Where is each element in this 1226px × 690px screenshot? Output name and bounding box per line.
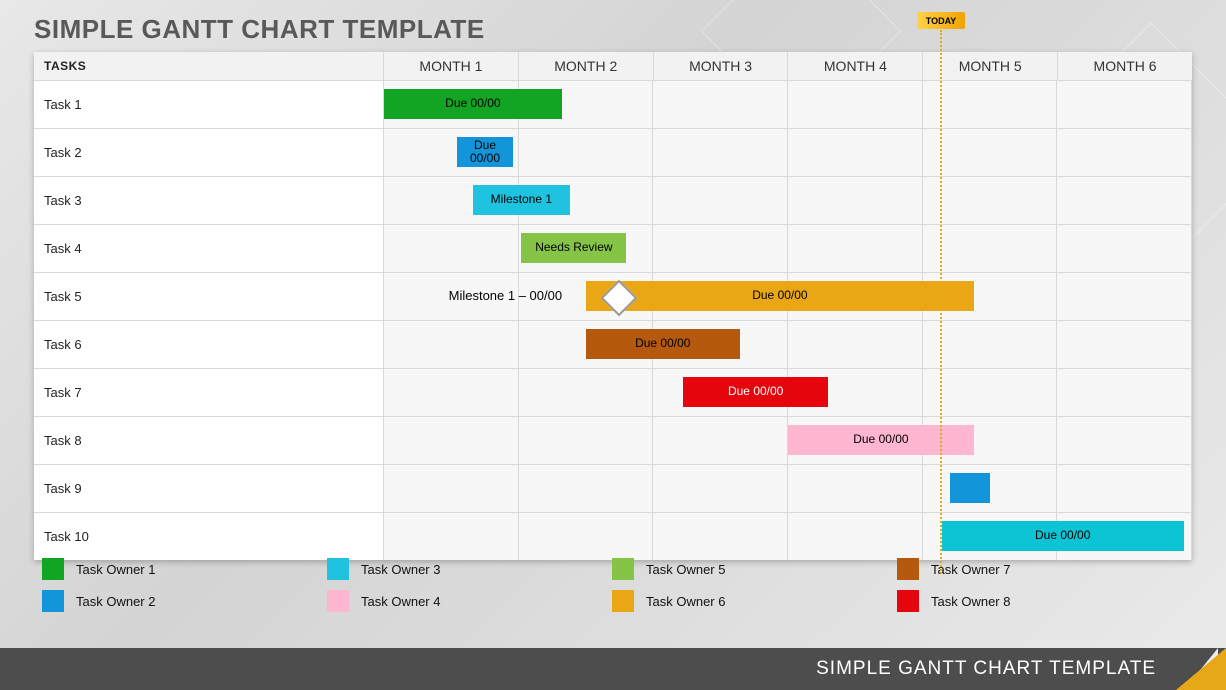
task-row: Task 4 Needs Review bbox=[34, 225, 1192, 273]
swatch-icon bbox=[42, 590, 64, 612]
task-row: Task 2 Due 00/00 bbox=[34, 129, 1192, 177]
task-row: Task 6 Due 00/00 bbox=[34, 321, 1192, 369]
month-header-1: MONTH 1 bbox=[384, 52, 519, 80]
task-name: Task 3 bbox=[34, 177, 384, 224]
task-row: Task 9 bbox=[34, 465, 1192, 513]
task-name: Task 6 bbox=[34, 321, 384, 368]
gantt-table: TASKS MONTH 1 MONTH 2 MONTH 3 MONTH 4 MO… bbox=[34, 52, 1192, 560]
legend-item: Task Owner 2 bbox=[42, 590, 327, 612]
task-row: Task 5 Milestone 1 – 00/00 Due 00/00 bbox=[34, 273, 1192, 321]
task-name: Task 10 bbox=[34, 513, 384, 560]
month-header-3: MONTH 3 bbox=[654, 52, 789, 80]
swatch-icon bbox=[612, 558, 634, 580]
task-row: Task 7 Due 00/00 bbox=[34, 369, 1192, 417]
swatch-icon bbox=[897, 558, 919, 580]
footer-accent-icon bbox=[1176, 648, 1226, 690]
task-row: Task 10 Due 00/00 bbox=[34, 513, 1192, 560]
legend-item: Task Owner 5 bbox=[612, 558, 897, 580]
swatch-icon bbox=[327, 590, 349, 612]
swatch-icon bbox=[612, 590, 634, 612]
month-header-6: MONTH 6 bbox=[1058, 52, 1192, 80]
month-header-2: MONTH 2 bbox=[519, 52, 654, 80]
legend-item: Task Owner 1 bbox=[42, 558, 327, 580]
task-name: Task 2 bbox=[34, 129, 384, 176]
tasks-header: TASKS bbox=[34, 52, 384, 80]
task-bar[interactable]: Due 00/00 bbox=[586, 329, 740, 359]
task-bar[interactable]: Due 00/00 bbox=[384, 89, 562, 119]
task-bar[interactable] bbox=[950, 473, 990, 503]
task-bar[interactable]: Due 00/00 bbox=[586, 281, 974, 311]
legend-item: Task Owner 6 bbox=[612, 590, 897, 612]
task-row: Task 3 Milestone 1 bbox=[34, 177, 1192, 225]
task-bar[interactable]: Due 00/00 bbox=[457, 137, 514, 167]
month-header-5: MONTH 5 bbox=[923, 52, 1058, 80]
swatch-icon bbox=[327, 558, 349, 580]
task-name: Task 1 bbox=[34, 81, 384, 128]
swatch-icon bbox=[897, 590, 919, 612]
legend: Task Owner 1 Task Owner 3 Task Owner 5 T… bbox=[42, 558, 1182, 612]
task-name: Task 7 bbox=[34, 369, 384, 416]
task-bar[interactable]: Milestone 1 bbox=[473, 185, 570, 215]
task-bar[interactable]: Due 00/00 bbox=[683, 377, 828, 407]
task-row: Task 8 Due 00/00 bbox=[34, 417, 1192, 465]
legend-item: Task Owner 3 bbox=[327, 558, 612, 580]
header-row: TASKS MONTH 1 MONTH 2 MONTH 3 MONTH 4 MO… bbox=[34, 52, 1192, 81]
task-bar[interactable]: Due 00/00 bbox=[942, 521, 1184, 551]
milestone-label: Milestone 1 – 00/00 bbox=[449, 288, 562, 303]
task-name: Task 5 bbox=[34, 273, 384, 320]
task-name: Task 9 bbox=[34, 465, 384, 512]
legend-item: Task Owner 4 bbox=[327, 590, 612, 612]
today-line bbox=[940, 30, 942, 574]
footer-title: SIMPLE GANTT CHART TEMPLATE bbox=[816, 658, 1156, 680]
month-header-4: MONTH 4 bbox=[788, 52, 923, 80]
page-title: SIMPLE GANTT CHART TEMPLATE bbox=[34, 14, 485, 45]
task-row: Task 1 Due 00/00 bbox=[34, 81, 1192, 129]
legend-item: Task Owner 8 bbox=[897, 590, 1182, 612]
today-badge: TODAY bbox=[917, 12, 965, 29]
task-bar[interactable]: Due 00/00 bbox=[788, 425, 974, 455]
task-name: Task 8 bbox=[34, 417, 384, 464]
task-name: Task 4 bbox=[34, 225, 384, 272]
footer-bar: SIMPLE GANTT CHART TEMPLATE bbox=[0, 648, 1226, 690]
task-bar[interactable]: Needs Review bbox=[521, 233, 626, 263]
swatch-icon bbox=[42, 558, 64, 580]
